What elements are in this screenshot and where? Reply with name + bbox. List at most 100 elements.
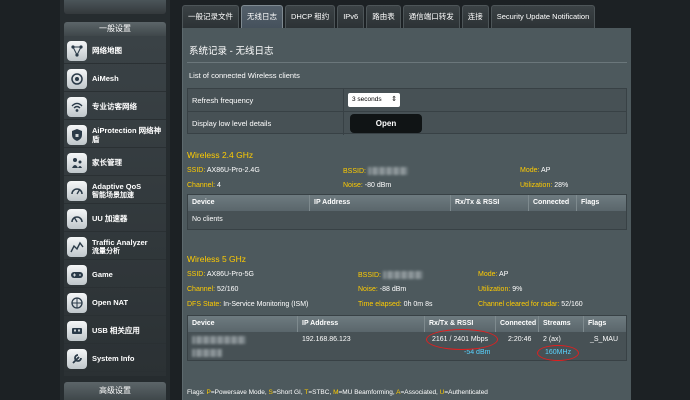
- highlight-bandwidth-ellipse: [537, 345, 579, 361]
- noise-label: Noise:: [343, 182, 363, 189]
- tab-port-forwarding[interactable]: 通信端口转发: [402, 5, 460, 28]
- sidebar-item-guest-network[interactable]: 专业访客网络: [64, 94, 166, 120]
- table-header: Device IP Address Rx/Tx & RSSI Connected…: [188, 316, 626, 332]
- chevron-updown-icon: ⇕: [391, 96, 397, 103]
- sidebar-item-aimesh[interactable]: AiMesh: [64, 66, 166, 92]
- dfs-label: DFS State:: [187, 301, 222, 308]
- bssid-redacted: [382, 271, 423, 279]
- usb-icon: [67, 320, 87, 341]
- utilization-value: 9%: [512, 286, 523, 293]
- radar-cleared-value: 52/160: [561, 301, 583, 308]
- legend-text-m: =MU Beamforming,: [338, 389, 397, 396]
- sidebar-item-uu-accelerator[interactable]: UU 加速器: [64, 206, 166, 232]
- mode-label: Mode:: [520, 167, 540, 174]
- qos-icon: [67, 180, 87, 201]
- traffic-analyzer-icon: [67, 236, 87, 257]
- uu-accelerator-icon: [67, 208, 87, 229]
- col-connected: Connected: [496, 316, 539, 332]
- aiprotection-icon: [67, 124, 87, 145]
- band-5-bssid: BSSID:: [358, 271, 423, 279]
- options-table: Refresh frequency 3 seconds ⇕ Display lo…: [187, 88, 627, 135]
- channel-label: Channel:: [187, 286, 216, 293]
- sidebar-item-label-main: Adaptive QoS: [92, 181, 142, 191]
- sidebar-header-general[interactable]: 一般设置: [64, 22, 166, 36]
- mode-value: AP: [499, 271, 509, 278]
- client-mac-redacted: [192, 349, 222, 357]
- tab-security-update[interactable]: Security Update Notification: [490, 5, 596, 28]
- sidebar-item-adaptive-qos[interactable]: Adaptive QoS 智能场景加速: [64, 178, 166, 204]
- sidebar-item-parental-control[interactable]: 家长管理: [64, 150, 166, 176]
- ssid-label: SSID:: [187, 271, 206, 278]
- game-controller-icon: [67, 264, 87, 285]
- ssid-value: AX86U-Pro-2.4G: [206, 167, 260, 174]
- page-title: 系统记录 - 无线日志: [189, 46, 274, 57]
- tab-dhcp-leases[interactable]: DHCP 租约: [285, 5, 336, 28]
- system-info-icon: [67, 348, 87, 369]
- sidebar-item-label: 家长管理: [92, 158, 122, 167]
- sidebar-item-label: Open NAT: [92, 298, 129, 307]
- sidebar-item-open-nat[interactable]: Open NAT: [64, 290, 166, 316]
- sidebar-item-label: Adaptive QoS 智能场景加速: [92, 182, 141, 200]
- noise-value: -80 dBm: [364, 182, 392, 189]
- sidebar-item-label: USB 相关应用: [92, 326, 140, 335]
- sidebar: 一般设置 网络地图 AiMesh 专业访客网络 AiProtection 网络神…: [60, 0, 170, 400]
- sidebar-item-system-info[interactable]: System Info: [64, 346, 166, 372]
- radar-cleared-label: Channel cleared for radar:: [478, 301, 560, 308]
- legend-text-s: =Short GI,: [272, 389, 305, 396]
- band-24-noise: Noise: -80 dBm: [343, 182, 391, 189]
- row-divider: [343, 112, 344, 135]
- sidebar-item-label-sub: 智能场景加速: [92, 191, 134, 199]
- sidebar-item-label: AiMesh: [92, 74, 119, 83]
- sidebar-item-label-main: Traffic Analyzer: [92, 237, 148, 247]
- tab-ipv6[interactable]: IPv6: [337, 5, 365, 28]
- low-level-row: Display low level details Open: [188, 112, 626, 135]
- col-flags: Flags: [581, 199, 600, 206]
- highlight-rate-ellipse: [426, 329, 498, 350]
- mode-value: AP: [541, 167, 551, 174]
- sidebar-item-label-sub: 流量分析: [92, 247, 120, 255]
- sidebar-item-aiprotection[interactable]: AiProtection 网络神盾: [64, 122, 166, 148]
- sidebar-item-traffic-analyzer[interactable]: Traffic Analyzer 流量分析: [64, 234, 166, 260]
- legend-text-t: =STBC,: [308, 389, 334, 396]
- client-ip: 192.168.86.123: [302, 336, 351, 343]
- band-24-mode: Mode: AP: [520, 167, 550, 174]
- mode-label: Mode:: [478, 271, 498, 278]
- aimesh-icon: [67, 68, 87, 89]
- col-device: Device: [188, 195, 310, 211]
- utilization-label: Utilization:: [478, 286, 511, 293]
- band-5-client-table: Device IP Address Rx/Tx & RSSI Connected…: [187, 315, 627, 361]
- band-24-client-table: Device IP Address Rx/Tx & RSSI Connected…: [187, 194, 627, 230]
- sidebar-item-game[interactable]: Game: [64, 262, 166, 288]
- refresh-frequency-select[interactable]: 3 seconds ⇕: [348, 93, 400, 107]
- parental-control-icon: [67, 152, 87, 173]
- refresh-label: Refresh frequency: [192, 96, 254, 105]
- sidebar-item-usb[interactable]: USB 相关应用: [64, 318, 166, 344]
- open-button[interactable]: Open: [350, 114, 422, 133]
- col-ip-address: IP Address: [298, 316, 425, 332]
- col-device: Device: [188, 316, 298, 332]
- open-nat-icon: [67, 292, 87, 313]
- tab-wireless-log[interactable]: 无线日志: [241, 5, 283, 28]
- dfs-value: In-Service Monitoring (ISM): [223, 301, 309, 308]
- client-rssi: -54 dBm: [464, 349, 491, 356]
- device-mac-blur: [192, 349, 222, 357]
- ssid-label: SSID:: [187, 167, 206, 174]
- sidebar-top-button[interactable]: [64, 0, 166, 14]
- table-header: Device IP Address Rx/Tx & RSSI Connected…: [188, 195, 626, 211]
- channel-value: 52/160: [216, 286, 239, 293]
- channel-label: Channel:: [187, 182, 216, 189]
- noise-label: Noise:: [358, 286, 378, 293]
- sidebar-item-label: System Info: [92, 354, 135, 363]
- tab-general-log[interactable]: 一般记录文件: [182, 5, 239, 28]
- client-flags: _S_MAU: [590, 336, 619, 343]
- sidebar-header-advanced[interactable]: 高级设置: [64, 382, 166, 400]
- tab-connections[interactable]: 连接: [461, 5, 489, 28]
- low-level-label: Display low level details: [192, 119, 272, 128]
- band-24-utilization: Utilization: 28%: [520, 182, 568, 189]
- col-streams: Streams: [539, 316, 584, 332]
- flags-legend: Flags: P=Powersave Mode, S=Short GI, T=S…: [187, 389, 488, 396]
- tab-routing-table[interactable]: 路由表: [366, 5, 401, 28]
- col-flags: Flags: [588, 320, 607, 327]
- sidebar-item-network-map[interactable]: 网络地图: [64, 38, 166, 64]
- legend-text-p: =Powersave Mode,: [210, 389, 269, 396]
